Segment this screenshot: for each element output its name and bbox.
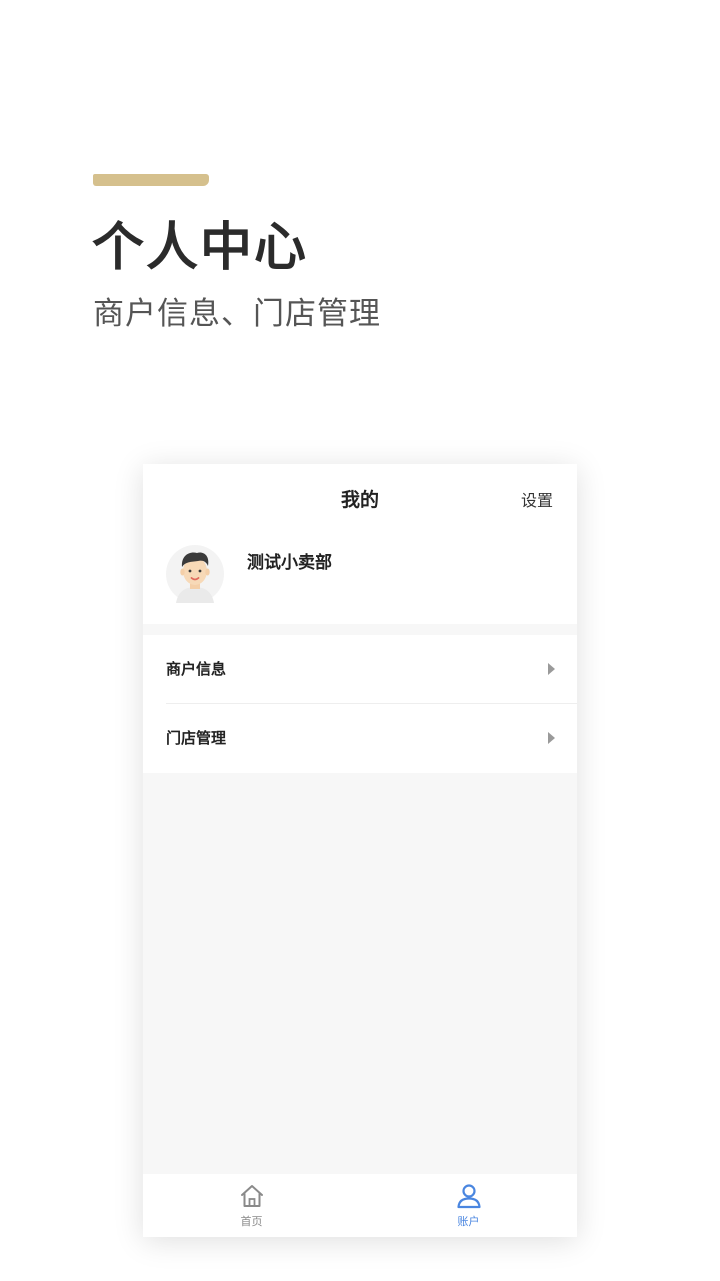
merchant-info-item[interactable]: 商户信息: [143, 635, 577, 704]
menu-item-label: 商户信息: [166, 660, 227, 678]
page-title: 我的: [340, 489, 379, 511]
tab-home[interactable]: 首页: [143, 1174, 360, 1237]
user-icon: [456, 1184, 481, 1209]
settings-button[interactable]: 设置: [521, 489, 553, 513]
store-management-item[interactable]: 门店管理: [143, 704, 577, 773]
shop-name: 测试小卖部: [247, 553, 332, 573]
navigation-bar: 我的 设置: [143, 464, 577, 536]
chevron-right-icon: [548, 663, 555, 675]
tab-label: 账户: [457, 1215, 480, 1228]
promo-title: 个人中心: [92, 218, 309, 278]
accent-bar: [93, 174, 209, 186]
promo-subtitle: 商户信息、门店管理: [93, 296, 381, 332]
home-icon: [240, 1185, 263, 1207]
tab-account[interactable]: 账户: [360, 1174, 577, 1237]
menu-item-label: 门店管理: [166, 729, 227, 747]
avatar: [166, 545, 224, 603]
tab-label: 首页: [240, 1215, 263, 1228]
menu-list: 商户信息 门店管理: [143, 635, 577, 773]
chevron-right-icon: [548, 732, 555, 744]
promo-page: 个人中心 商户信息、门店管理 我的 设置 测试小卖部 商户信息 门店管理 首页 …: [0, 0, 720, 1281]
profile-card[interactable]: 测试小卖部: [143, 536, 577, 624]
tab-bar: 首页 账户: [143, 1174, 577, 1237]
phone-screen: 我的 设置 测试小卖部 商户信息 门店管理 首页 账户: [143, 464, 577, 1237]
